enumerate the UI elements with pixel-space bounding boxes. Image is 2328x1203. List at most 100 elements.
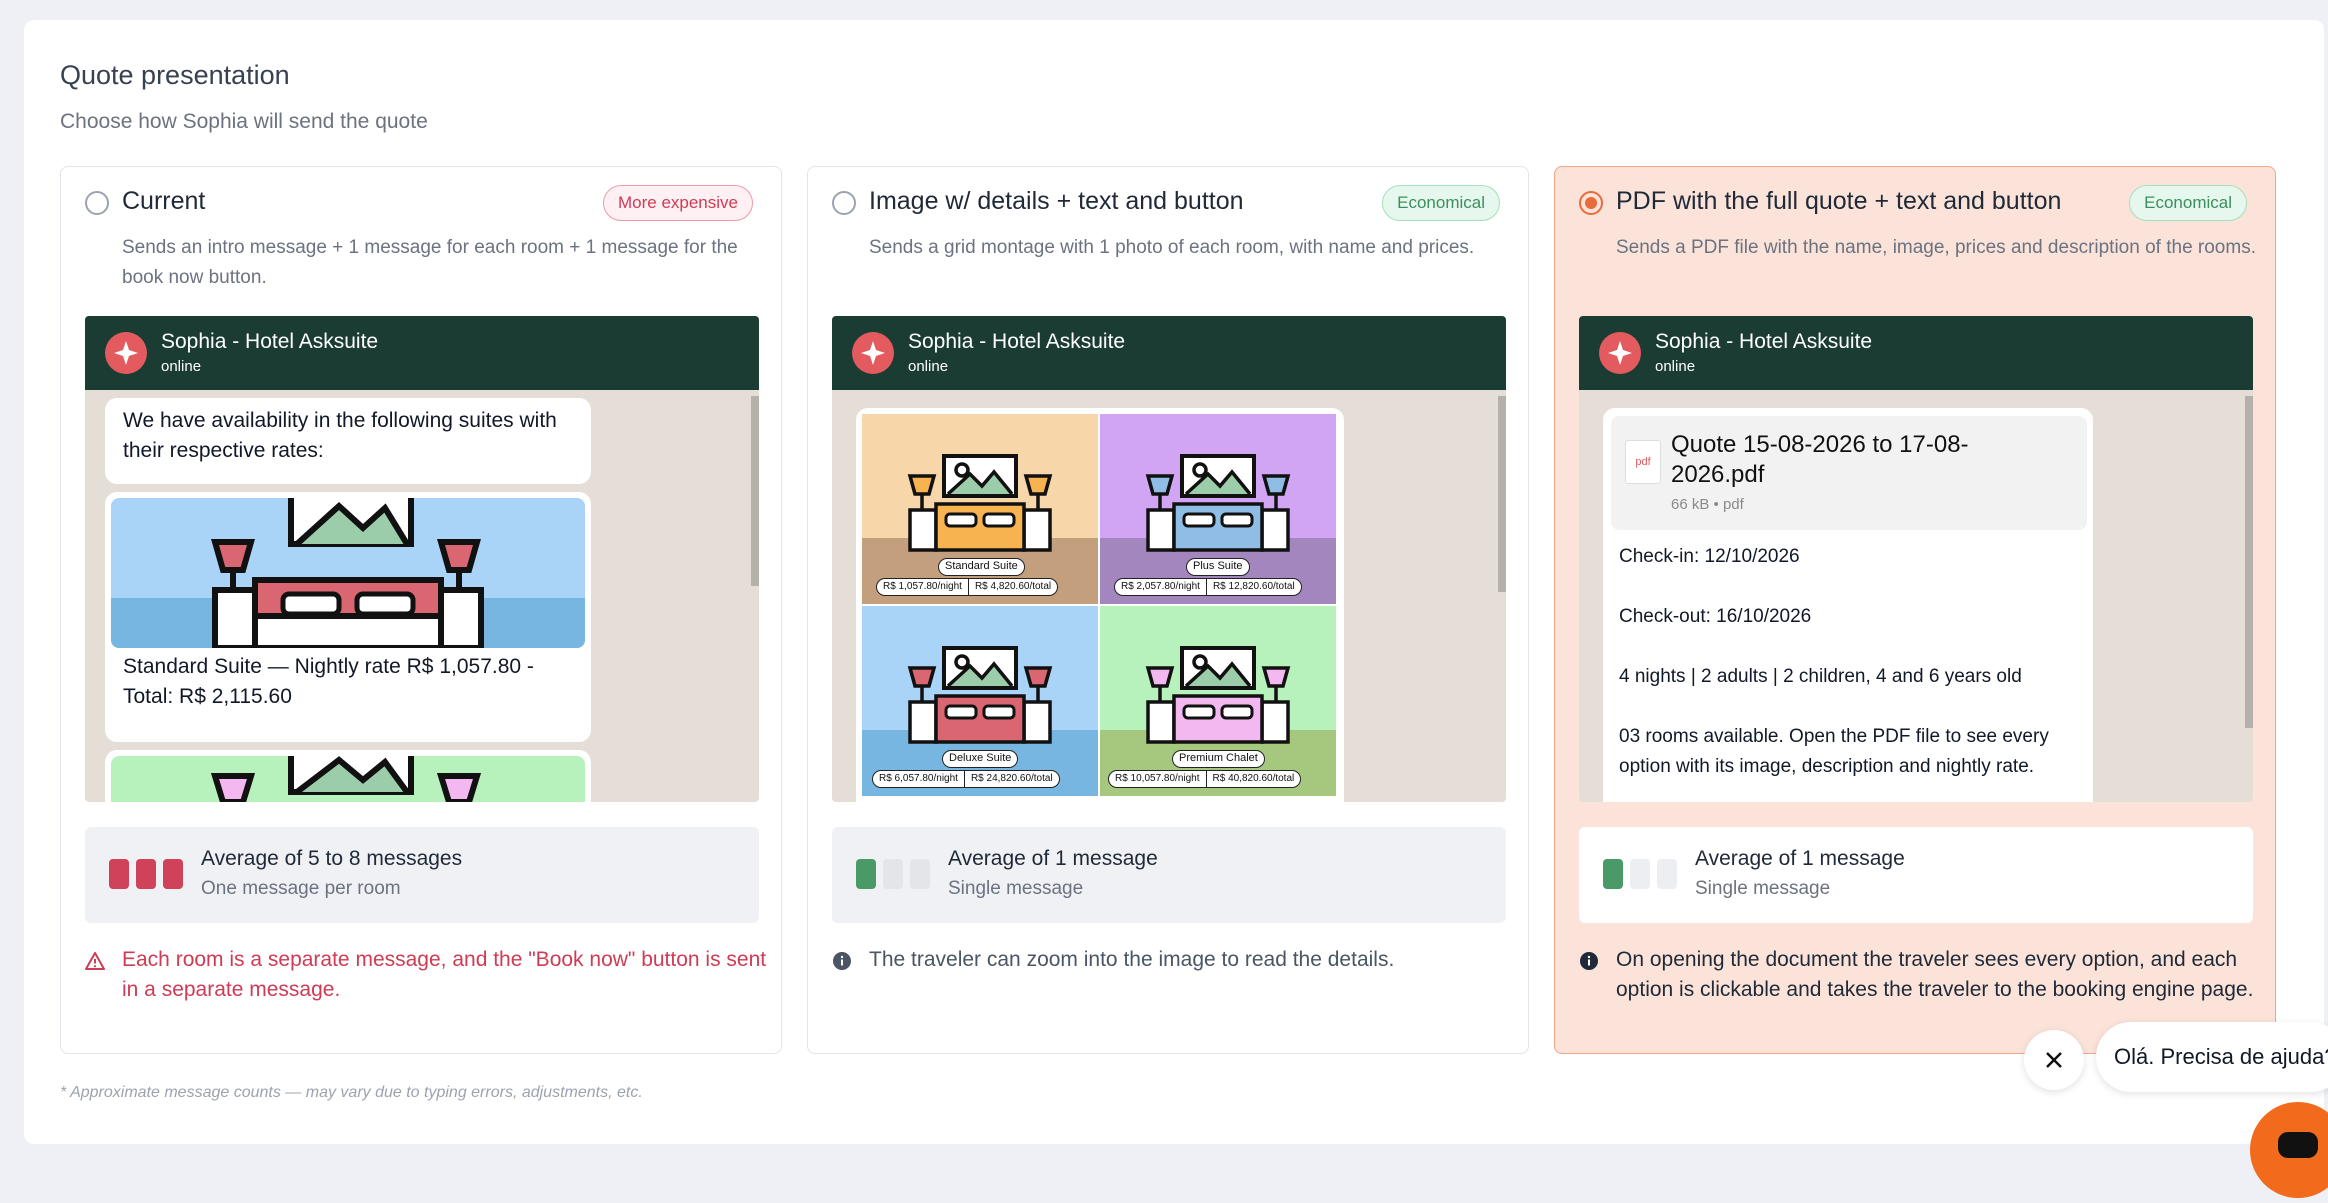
option-note: Each room is a separate message, and the… <box>122 948 767 1001</box>
count-bar <box>163 859 183 889</box>
message-count-subtext: One message per room <box>201 878 401 899</box>
chat-preview: Sophia - Hotel Asksuite online We have a… <box>85 316 759 802</box>
warning-icon <box>85 952 105 970</box>
pdf-file-icon: pdf <box>1625 440 1661 484</box>
info-icon <box>833 952 851 970</box>
section-title: Quote presentation <box>60 60 290 90</box>
message-count-text: Average of 1 message <box>1695 847 1905 870</box>
section-subtitle: Choose how Sophia will send the quote <box>60 110 428 133</box>
cost-badge: Economical <box>2129 185 2247 221</box>
nightly-price: R$ 10,057.80/night <box>1115 773 1200 784</box>
option-description: Sends a grid montage with 1 photo of eac… <box>869 237 1475 258</box>
checkin-line: Check-in: 12/10/2026 <box>1619 546 1800 567</box>
option-note: The traveler can zoom into the image to … <box>869 948 1395 971</box>
message-count-text: Average of 1 message <box>948 847 1158 870</box>
footnote: * Approximate message counts — may vary … <box>60 1084 643 1101</box>
option-card-pdf[interactable]: PDF with the full quote + text and butto… <box>1554 166 2276 1054</box>
checkout-line: Check-out: 16/10/2026 <box>1619 606 1812 627</box>
message-count-panel: Average of 1 message Single message <box>1579 827 2253 923</box>
chat-message-room <box>105 750 591 802</box>
quote-summary: Check-in: 12/10/2026 Check-out: 16/10/20… <box>1619 542 2079 782</box>
help-close-button[interactable] <box>2024 1030 2084 1090</box>
total-price: R$ 24,820.60/total <box>963 771 1059 787</box>
room-name-tag: Standard Suite <box>938 558 1025 576</box>
option-title: Current <box>122 187 206 215</box>
option-card-current[interactable]: Current More expensive Sends an intro me… <box>60 166 782 1054</box>
sparkle-avatar-icon <box>852 332 894 374</box>
help-message-bubble[interactable]: Olá. Precisa de ajuda? <box>2096 1022 2328 1092</box>
chat-contact-name: Sophia - Hotel Asksuite <box>1655 330 1873 353</box>
intro-message-text: We have availability in the following su… <box>123 409 557 462</box>
room-name-tag: Premium Chalet <box>1172 750 1265 768</box>
chat-scrollbar[interactable] <box>2245 396 2253 728</box>
pdf-file-meta: 66 kB • pdf <box>1671 496 1744 513</box>
option-note: On opening the document the traveler see… <box>1616 948 2254 1001</box>
message-count-panel: Average of 1 message Single message <box>832 827 1506 923</box>
radio-pdf[interactable] <box>1579 191 1603 215</box>
chat-contact-status: online <box>1655 358 1696 375</box>
count-bar <box>136 859 156 889</box>
radio-current[interactable] <box>85 191 109 215</box>
count-bar <box>1630 859 1650 889</box>
radio-image[interactable] <box>832 191 856 215</box>
room-name-tag: Plus Suite <box>1186 558 1250 576</box>
chat-contact-name: Sophia - Hotel Asksuite <box>908 330 1126 353</box>
room-photo <box>111 756 585 802</box>
chat-header: Sophia - Hotel Asksuite online <box>1579 316 2253 390</box>
availability-line: 03 rooms available. Open the PDF file to… <box>1619 726 2049 777</box>
sparkle-avatar-icon <box>105 332 147 374</box>
chat-contact-status: online <box>908 358 949 375</box>
chat-message: We have availability in the following su… <box>105 398 591 484</box>
chat-launcher-button[interactable] <box>2250 1102 2328 1198</box>
nightly-price: R$ 2,057.80/night <box>1121 581 1200 592</box>
message-count-subtext: Single message <box>1695 878 1831 899</box>
option-card-image[interactable]: Image w/ details + text and button Econo… <box>807 166 1529 1054</box>
pdf-file-name: Quote 15-08-2026 to 17-08-2026.pdf <box>1671 431 1969 488</box>
option-title: Image w/ details + text and button <box>869 187 1244 215</box>
nightly-price: R$ 1,057.80/night <box>883 581 962 592</box>
option-description: Sends a PDF file with the name, image, p… <box>1616 237 2256 258</box>
room-name-tag: Deluxe Suite <box>942 750 1019 768</box>
option-description: Sends an intro message + 1 message for e… <box>122 237 738 288</box>
chat-preview: Sophia - Hotel Asksuite online Standard … <box>832 316 1506 802</box>
chat-contact-status: online <box>161 358 202 375</box>
nightly-price: R$ 6,057.80/night <box>879 773 958 784</box>
chat-message-image: Standard Suite R$ 1,057.80/night R$ 4,82… <box>856 408 1344 802</box>
chat-message-pdf: pdf Quote 15-08-2026 to 17-08-2026.pdf 6… <box>1603 408 2093 802</box>
message-count-subtext: Single message <box>948 878 1084 899</box>
room-price-tag: R$ 6,057.80/night R$ 24,820.60/total <box>872 770 1060 788</box>
chat-header: Sophia - Hotel Asksuite online <box>85 316 759 390</box>
chat-message-room: Standard Suite — Nightly rate R$ 1,057.8… <box>105 492 591 742</box>
chat-scrollbar[interactable] <box>751 396 759 586</box>
room-photo <box>111 498 585 648</box>
help-message-text: Olá. Precisa de ajuda? <box>2114 1044 2328 1069</box>
room-tile: Plus Suite R$ 2,057.80/night R$ 12,820.6… <box>1100 414 1336 604</box>
room-tile: Deluxe Suite R$ 6,057.80/night R$ 24,820… <box>862 606 1098 796</box>
cost-badge: More expensive <box>602 185 753 221</box>
count-bar <box>910 859 930 889</box>
info-icon <box>1580 952 1598 970</box>
total-price: R$ 4,820.60/total <box>967 579 1057 595</box>
chat-contact-name: Sophia - Hotel Asksuite <box>161 330 379 353</box>
total-price: R$ 40,820.60/total <box>1205 771 1301 787</box>
count-bar <box>109 859 129 889</box>
room-price-tag: R$ 1,057.80/night R$ 4,820.60/total <box>876 578 1059 596</box>
room-price-tag: R$ 2,057.80/night R$ 12,820.60/total <box>1114 578 1302 596</box>
guests-line: 4 nights | 2 adults | 2 children, 4 and … <box>1619 666 2022 687</box>
chat-icon <box>2278 1132 2318 1158</box>
sparkle-avatar-icon <box>1599 332 1641 374</box>
count-bar <box>883 859 903 889</box>
pdf-attachment[interactable]: pdf Quote 15-08-2026 to 17-08-2026.pdf 6… <box>1611 416 2087 530</box>
count-bar <box>1657 859 1677 889</box>
total-price: R$ 12,820.60/total <box>1205 579 1301 595</box>
message-count-text: Average of 5 to 8 messages <box>201 847 463 870</box>
message-count-panel: Average of 5 to 8 messages One message p… <box>85 827 759 923</box>
room-tile: Standard Suite R$ 1,057.80/night R$ 4,82… <box>862 414 1098 604</box>
count-bar <box>856 859 876 889</box>
chat-scrollbar[interactable] <box>1498 396 1506 592</box>
room-price-tag: R$ 10,057.80/night R$ 40,820.60/total <box>1108 770 1302 788</box>
chat-preview: Sophia - Hotel Asksuite online pdf Quote… <box>1579 316 2253 802</box>
option-title: PDF with the full quote + text and butto… <box>1616 187 2062 215</box>
chat-header: Sophia - Hotel Asksuite online <box>832 316 1506 390</box>
room-caption: Standard Suite — Nightly rate R$ 1,057.8… <box>123 655 534 708</box>
